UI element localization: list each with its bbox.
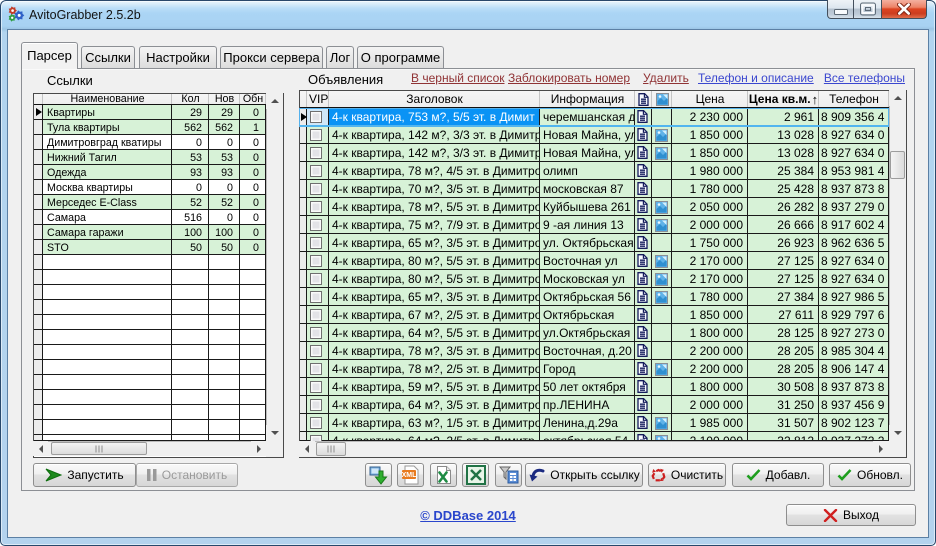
svg-text:XML: XML xyxy=(401,472,417,479)
